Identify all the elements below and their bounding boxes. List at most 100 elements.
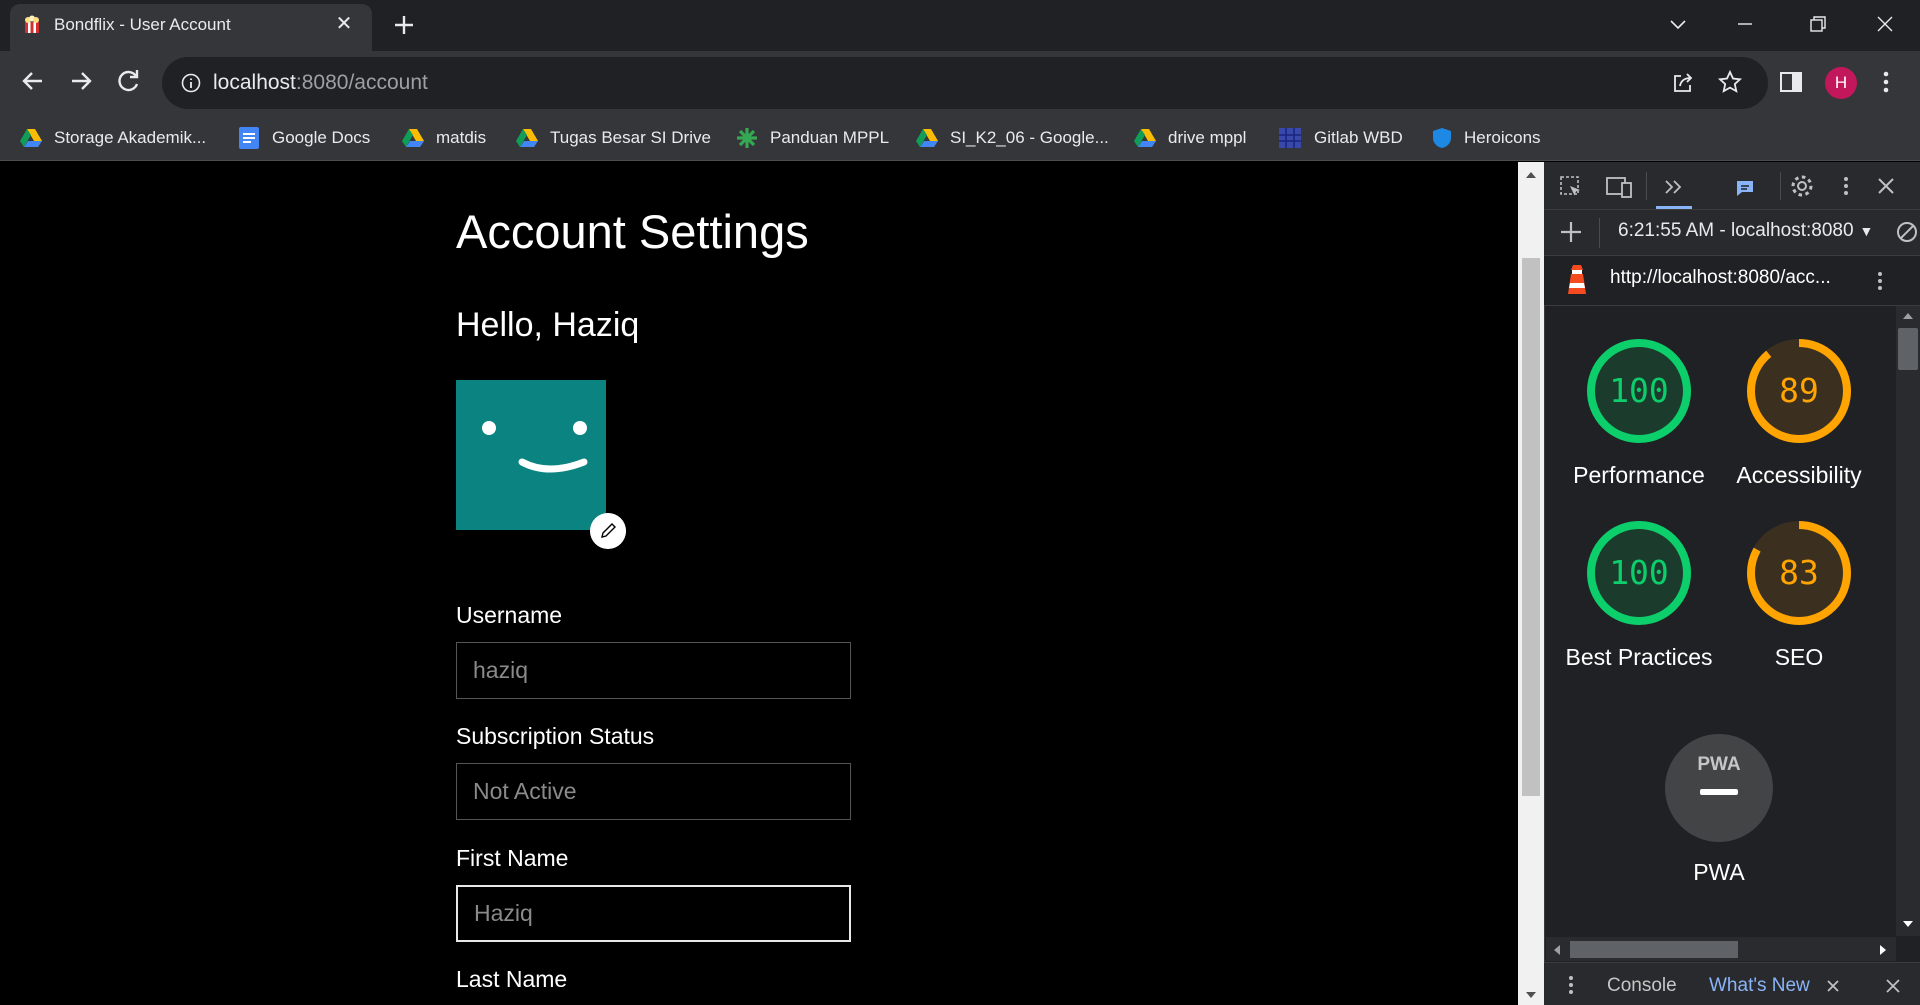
last-name-label: Last Name [456, 966, 568, 992]
subscription-status-label: Subscription Status [456, 723, 655, 749]
bookmark-star-icon[interactable] [1717, 69, 1743, 95]
best-practices-gauge[interactable]: 100 [1585, 519, 1693, 627]
google-drive-icon [516, 128, 538, 148]
url-text[interactable]: localhost:8080/account [213, 71, 428, 95]
forward-arrow-icon[interactable] [64, 64, 98, 98]
page-title: Account Settings [456, 205, 809, 258]
report-url-menu-icon[interactable] [1870, 266, 1890, 296]
site-info-icon[interactable] [180, 72, 202, 94]
username-value: haziq [473, 657, 528, 683]
more-tabs-chevrons-icon[interactable] [1660, 174, 1688, 200]
bookmark-item[interactable]: matdis [402, 121, 486, 155]
close-window-icon[interactable] [1870, 10, 1900, 38]
reload-icon[interactable] [112, 64, 146, 98]
devtools-horizontal-thumb[interactable] [1570, 941, 1738, 958]
restore-icon[interactable] [1802, 10, 1832, 38]
bookmark-item[interactable]: drive mppl [1134, 121, 1246, 155]
subscription-status-input[interactable]: Not Active [456, 763, 851, 820]
popcorn-favicon-icon [25, 15, 39, 33]
devtools-toolbar [1544, 162, 1920, 210]
first-name-input[interactable]: Haziq [456, 885, 851, 942]
subscription-status-value: Not Active [473, 778, 577, 804]
page-viewport: Account Settings Hello, Haziq Username h… [0, 162, 1518, 1005]
devtools-scrollbar-thumb[interactable] [1898, 328, 1918, 370]
active-tab-indicator [1656, 206, 1692, 209]
url-path: :8080/account [295, 71, 428, 94]
best-practices-label: Best Practices [1565, 644, 1713, 670]
dt-scroll-down-icon[interactable] [1900, 918, 1916, 930]
bookmark-item[interactable]: Panduan MPPL [736, 121, 889, 155]
report-time-text: 6:21:55 AM - localhost:8080 [1618, 220, 1854, 241]
bookmark-label: SI_K2_06 - Google... [950, 128, 1109, 147]
accessibility-gauge[interactable]: 89 [1745, 337, 1853, 445]
settings-gear-icon[interactable] [1788, 172, 1816, 200]
bookmark-label: drive mppl [1168, 128, 1247, 147]
edit-avatar-pencil-icon[interactable] [590, 513, 626, 549]
performance-gauge[interactable]: 100 [1585, 337, 1693, 445]
first-name-label: First Name [456, 845, 569, 871]
share-icon[interactable] [1670, 70, 1696, 96]
pwa-label: PWA [1693, 859, 1745, 885]
report-selector[interactable]: 6:21:55 AM - localhost:8080 ▼ [1618, 220, 1873, 242]
shield-icon [1432, 127, 1452, 149]
bookmark-item[interactable]: Gitlab WBD [1278, 121, 1403, 155]
best-practices-score: 100 [1609, 553, 1669, 592]
devtools-menu-icon[interactable] [1836, 172, 1856, 200]
tab-close-icon[interactable]: ✕ [332, 12, 356, 36]
username-label: Username [456, 602, 563, 628]
bookmark-label: Gitlab WBD [1314, 128, 1403, 147]
devtools-scrollbar[interactable] [1896, 306, 1920, 936]
accessibility-score: 89 [1779, 371, 1819, 410]
scroll-up-arrow-icon[interactable] [1524, 170, 1538, 180]
drawer-menu-icon[interactable] [1562, 972, 1580, 998]
clear-reports-icon[interactable] [1894, 219, 1918, 245]
gitlab-icon [1278, 127, 1302, 149]
bookmark-label: Panduan MPPL [770, 128, 890, 147]
back-arrow-icon[interactable] [16, 64, 50, 98]
username-input[interactable]: haziq [456, 642, 851, 699]
inspect-element-icon[interactable] [1558, 174, 1584, 200]
bookmark-item[interactable]: Tugas Besar SI Drive [516, 121, 711, 155]
drawer-tab-console[interactable]: Console [1607, 975, 1677, 997]
issues-message-icon[interactable] [1734, 177, 1756, 199]
first-name-value: Haziq [474, 900, 533, 926]
url-host: localhost [213, 71, 296, 94]
chrome-menu-icon[interactable] [1874, 68, 1898, 96]
dt-scroll-right-icon[interactable] [1878, 943, 1888, 957]
bookmark-label: Tugas Besar SI Drive [550, 128, 711, 147]
close-drawer-icon[interactable] [1882, 975, 1904, 997]
accessibility-label: Accessibility [1736, 462, 1862, 488]
page-scrollbar-thumb[interactable] [1522, 258, 1540, 796]
tab-search-chevron-icon[interactable] [1663, 10, 1693, 38]
report-bar-divider [1599, 218, 1600, 248]
bookmark-item[interactable]: Storage Akademik... [20, 121, 206, 155]
bookmark-item[interactable]: Google Docs [238, 121, 370, 155]
drawer-tab-whats-new[interactable]: What's New [1709, 975, 1810, 997]
bookmark-item[interactable]: SI_K2_06 - Google... [916, 121, 1109, 155]
minimize-icon[interactable] [1730, 10, 1760, 38]
google-drive-icon [916, 128, 938, 148]
close-whats-new-icon[interactable] [1824, 977, 1842, 995]
side-panel-icon[interactable] [1778, 69, 1804, 95]
dt-scroll-up-icon[interactable] [1900, 310, 1916, 322]
performance-label: Performance [1573, 462, 1705, 488]
bookmark-item[interactable]: Heroicons [1432, 121, 1541, 155]
devtools-close-icon[interactable] [1874, 174, 1898, 198]
profile-avatar[interactable]: H [1825, 67, 1857, 99]
scroll-down-arrow-icon[interactable] [1524, 990, 1538, 1000]
bookmark-label: Storage Akademik... [54, 128, 207, 147]
google-drive-icon [20, 128, 42, 148]
bookmark-label: Heroicons [1464, 128, 1541, 147]
pwa-badge-icon[interactable]: PWA [1665, 734, 1773, 842]
dt-scroll-left-icon[interactable] [1552, 943, 1562, 957]
device-toolbar-icon[interactable] [1604, 174, 1634, 200]
seo-gauge[interactable]: 83 [1745, 519, 1853, 627]
tab-title: Bondflix - User Account [54, 15, 231, 34]
user-avatar [456, 380, 606, 530]
report-dropdown-icon: ▼ [1859, 223, 1874, 239]
new-tab-plus-icon[interactable] [390, 11, 418, 39]
bookmark-label: matdis [436, 128, 487, 147]
greeting-heading: Hello, Haziq [456, 306, 640, 344]
toolbar-divider-2 [1780, 172, 1781, 200]
new-report-plus-icon[interactable] [1556, 217, 1586, 247]
